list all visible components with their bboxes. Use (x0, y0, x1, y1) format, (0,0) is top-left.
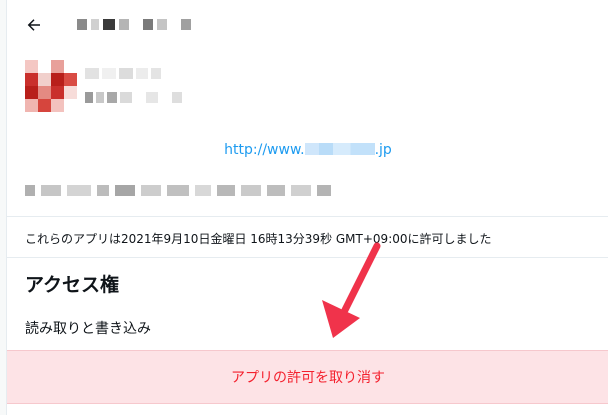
revoke-app-button[interactable]: アプリの許可を取り消す (7, 350, 608, 404)
app-website-link[interactable]: http://www. .jp (7, 142, 608, 158)
app-name-redacted (85, 68, 161, 79)
app-detail-panel: http://www. .jp これらのアプリは2021年9月10日金曜日 16時… (6, 0, 608, 415)
access-section-title: アクセス権 (25, 274, 120, 296)
back-button[interactable] (21, 12, 47, 38)
app-link-suffix: .jp (374, 142, 392, 158)
app-link-redacted (304, 143, 375, 155)
app-link-prefix: http://www. (224, 142, 305, 158)
page-title-redacted (77, 19, 191, 30)
app-owner-redacted (85, 92, 182, 103)
app-description-redacted (25, 185, 331, 196)
divider (7, 216, 608, 217)
arrow-left-icon (27, 19, 40, 31)
header (7, 0, 608, 52)
authorization-date-text: これらのアプリは2021年9月10日金曜日 16時13分39秒 GMT+09:0… (25, 232, 492, 246)
access-level-value: 読み取りと書き込み (25, 321, 151, 337)
divider (7, 257, 608, 258)
app-icon (25, 60, 77, 112)
